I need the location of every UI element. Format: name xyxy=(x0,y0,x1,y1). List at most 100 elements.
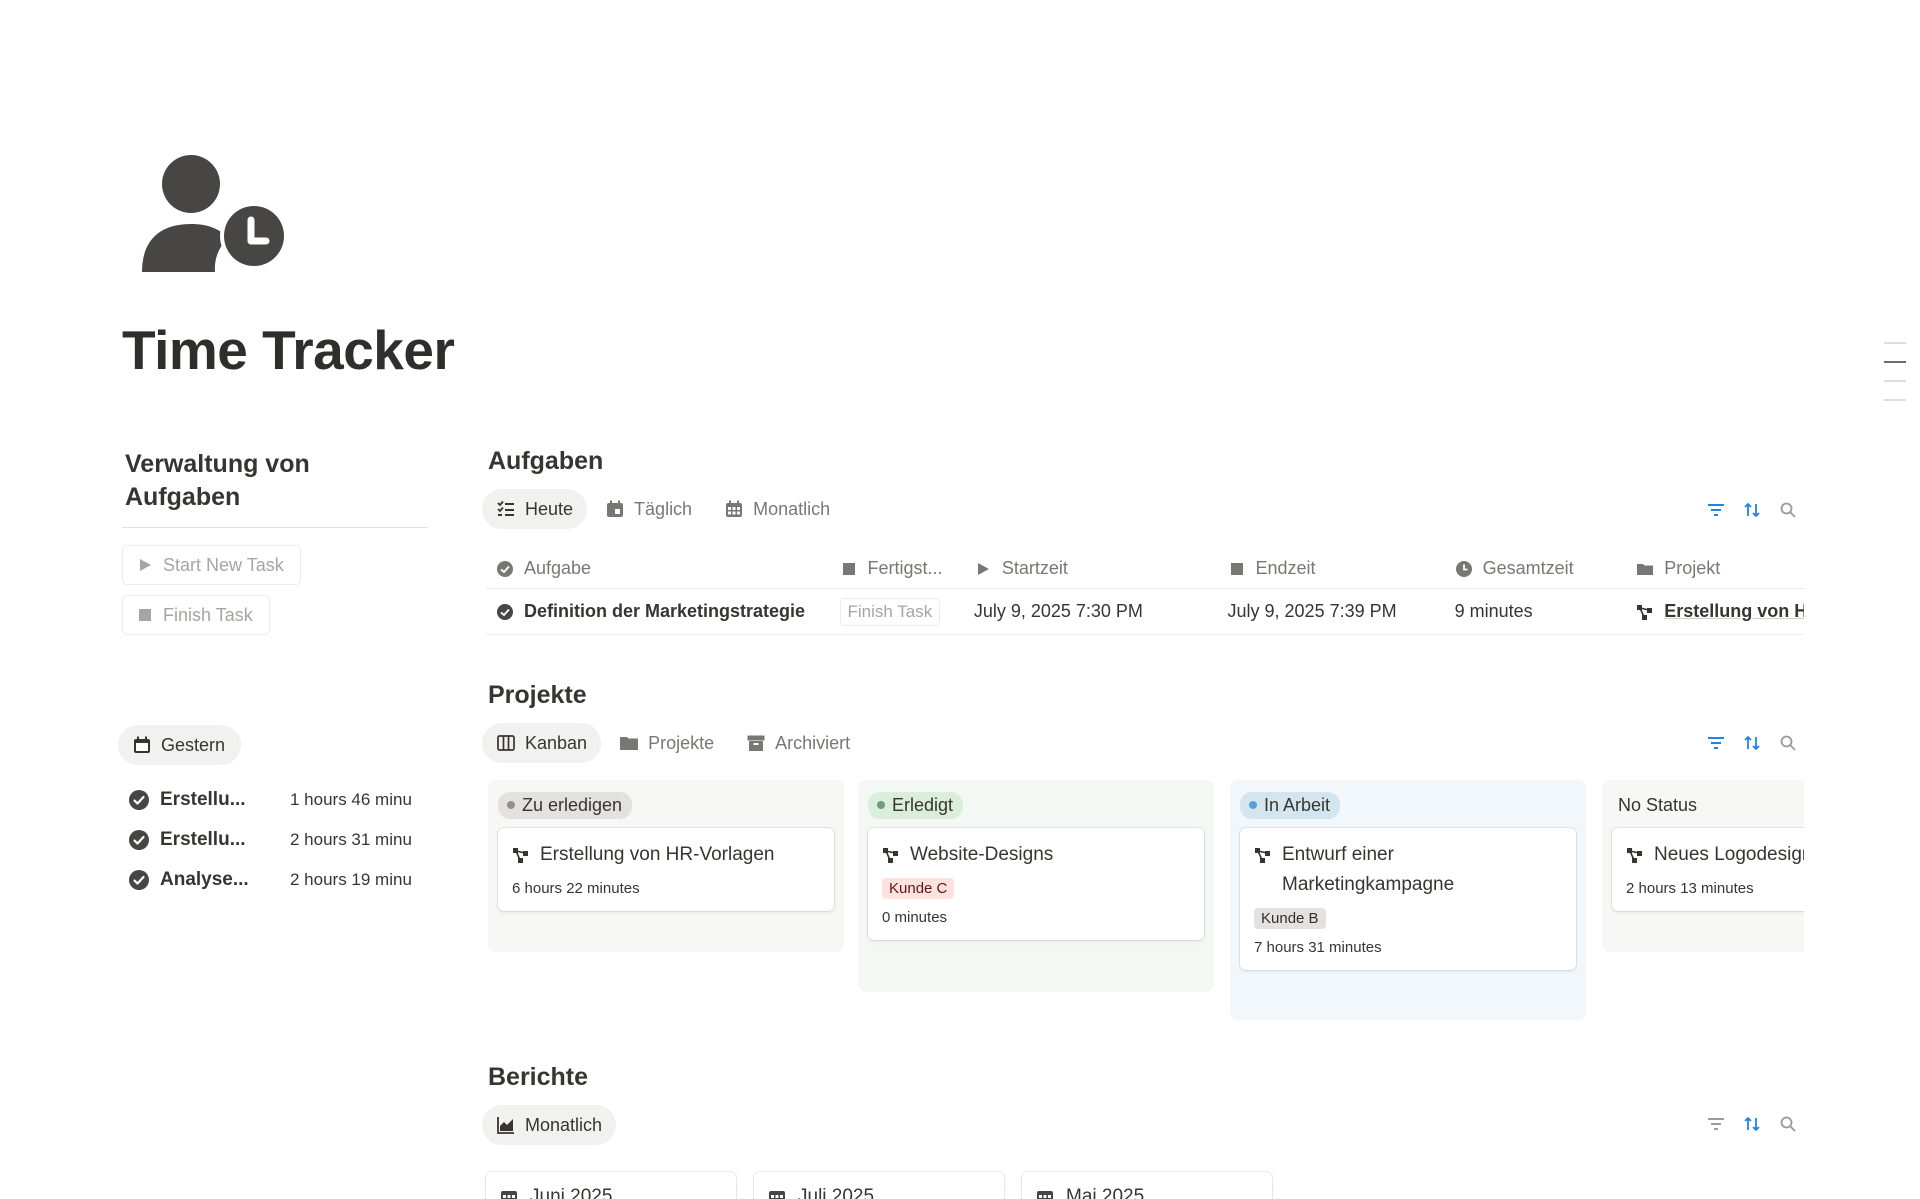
kanban-card[interactable]: Website-Designs Kunde C 0 minutes xyxy=(868,828,1204,940)
list-item[interactable]: Erstellu... 2 hours 31 minu xyxy=(128,820,428,860)
chart-icon xyxy=(497,1117,514,1134)
archive-icon xyxy=(747,735,765,751)
stop-icon xyxy=(139,609,151,621)
filter-icon[interactable] xyxy=(1707,501,1725,519)
card-title: Entwurf einer Marketingkampagne xyxy=(1282,844,1455,895)
folder-icon xyxy=(1637,563,1654,575)
column-header-fertigstellung[interactable]: Fertigst... xyxy=(830,558,964,579)
status-badge: Zu erledigen xyxy=(498,791,633,819)
report-card[interactable]: Juli 2025 xyxy=(754,1172,1004,1199)
card-time: 2 hours 13 minutes xyxy=(1626,880,1754,897)
tab-archiviert[interactable]: Archiviert xyxy=(732,723,864,763)
list-item-time: 1 hours 46 minu xyxy=(290,790,412,809)
tab-monatlich[interactable]: Monatlich xyxy=(710,489,844,529)
kanban-column-erledigt: Erledigt Website-Designs Kunde C 0 minut… xyxy=(858,780,1214,992)
report-card[interactable]: Mai 2025 xyxy=(1022,1172,1272,1199)
table-of-contents[interactable] xyxy=(1884,342,1906,418)
table-header: Aufgabe Fertigst... Startzeit Endzeit Ge… xyxy=(486,549,1804,589)
list-item-name: Erstellu... xyxy=(160,829,246,850)
checklist-icon xyxy=(497,500,514,516)
project-node-icon xyxy=(1255,848,1270,863)
finish-task-chip[interactable]: Finish Task xyxy=(839,597,941,626)
tasks-section-title: Aufgaben xyxy=(488,447,604,475)
yesterday-task-list: Erstellu... 1 hours 46 minu Erstellu... … xyxy=(128,780,428,900)
list-item[interactable]: Analyse... 2 hours 19 minu xyxy=(128,860,428,900)
projects-view-tabs: Kanban Projekte Archiviert xyxy=(482,723,864,763)
stop-icon xyxy=(842,562,855,575)
end-time-cell[interactable]: July 9, 2025 7:39 PM xyxy=(1218,601,1445,622)
play-icon xyxy=(977,562,989,575)
projects-section-title: Projekte xyxy=(488,681,587,709)
tab-taeglich[interactable]: Täglich xyxy=(591,489,706,529)
card-time: 7 hours 31 minutes xyxy=(1254,939,1382,956)
sort-icon[interactable] xyxy=(1743,1115,1761,1133)
project-node-icon xyxy=(883,848,898,863)
tab-projekte[interactable]: Projekte xyxy=(605,723,728,763)
status-label: No Status xyxy=(1618,794,1698,815)
finish-task-button[interactable]: Finish Task xyxy=(122,595,270,635)
play-icon xyxy=(140,559,151,571)
table-row[interactable]: Definition der Marketingstrategie Finish… xyxy=(486,589,1804,635)
person-clock-icon[interactable] xyxy=(138,152,288,282)
column-header-startzeit[interactable]: Startzeit xyxy=(964,558,1218,579)
task-management-heading: Verwaltung von Aufgaben xyxy=(125,450,310,511)
kanban-card[interactable]: Erstellung von HR-Vorlagen 6 hours 22 mi… xyxy=(498,828,834,911)
sort-icon[interactable] xyxy=(1743,501,1761,519)
kanban-card[interactable]: Entwurf einer Marketingkampagne Kunde B … xyxy=(1240,828,1576,970)
reports-section-title: Berichte xyxy=(488,1063,589,1091)
start-new-task-label: Start New Task xyxy=(163,554,284,575)
column-header-aufgabe[interactable]: Aufgabe xyxy=(486,558,830,579)
search-icon[interactable] xyxy=(1779,501,1797,519)
tab-taeglich-label: Täglich xyxy=(634,498,693,519)
report-card[interactable]: Juni 2025 xyxy=(486,1172,736,1199)
project-cell[interactable]: Erstellung von HR-Vorlagen xyxy=(1626,601,1804,622)
tab-kanban-label: Kanban xyxy=(525,732,588,753)
project-link[interactable]: Erstellung von HR-Vorlagen xyxy=(1664,601,1804,622)
calendar-icon xyxy=(134,736,150,753)
tab-gestern[interactable]: Gestern xyxy=(118,725,242,765)
finish-task-label: Finish Task xyxy=(163,604,253,625)
list-item[interactable]: Erstellu... 1 hours 46 minu xyxy=(128,780,428,820)
clock-icon xyxy=(1455,560,1472,577)
check-circle-icon xyxy=(129,790,149,810)
project-node-icon xyxy=(1637,604,1653,620)
card-time: 6 hours 22 minutes xyxy=(512,880,640,897)
task-name-cell[interactable]: Definition der Marketingstrategie xyxy=(486,601,830,622)
status-badge: In Arbeit xyxy=(1240,791,1341,819)
folder-icon xyxy=(620,737,639,750)
check-circle-icon xyxy=(129,870,149,890)
client-tag: Kunde B xyxy=(1254,908,1326,929)
list-item-name: Erstellu... xyxy=(160,789,246,810)
column-header-projekt[interactable]: Projekt xyxy=(1626,558,1804,579)
filter-icon[interactable] xyxy=(1707,734,1725,752)
list-item-name: Analyse... xyxy=(160,869,249,890)
reports-toolbar xyxy=(1707,1109,1797,1139)
kanban-board: Zu erledigen Erstellung von HR-Vorlagen … xyxy=(486,780,1804,1020)
calendar-day-icon xyxy=(607,500,624,517)
total-time-cell[interactable]: 9 minutes xyxy=(1445,601,1627,622)
search-icon[interactable] xyxy=(1779,1115,1797,1133)
start-time-cell[interactable]: July 9, 2025 7:30 PM xyxy=(964,601,1218,622)
tab-monatlich-reports[interactable]: Monatlich xyxy=(482,1105,617,1145)
tab-projekte-label: Projekte xyxy=(648,732,715,753)
finish-task-cell[interactable]: Finish Task xyxy=(830,597,964,626)
status-circle-icon xyxy=(497,560,513,577)
divider xyxy=(122,527,428,528)
column-header-gesamtzeit[interactable]: Gesamtzeit xyxy=(1445,558,1627,579)
start-new-task-button[interactable]: Start New Task xyxy=(122,545,301,585)
kanban-card[interactable]: Neues Logodesign 2 hours 13 minutes xyxy=(1612,828,1804,911)
tab-heute[interactable]: Heute xyxy=(482,489,588,529)
search-icon[interactable] xyxy=(1779,734,1797,752)
tab-kanban[interactable]: Kanban xyxy=(482,723,602,763)
sort-icon[interactable] xyxy=(1743,734,1761,752)
tasks-toolbar xyxy=(1707,495,1797,525)
tab-archiviert-label: Archiviert xyxy=(775,732,851,753)
filter-icon[interactable] xyxy=(1707,1115,1725,1133)
status-badge: Erledigt xyxy=(868,791,964,819)
project-node-icon xyxy=(513,848,528,863)
check-circle-icon xyxy=(129,830,149,850)
tasks-view-tabs: Heute Täglich Monatlich xyxy=(482,489,844,529)
calendar-month-icon xyxy=(501,1191,517,1199)
column-header-endzeit[interactable]: Endzeit xyxy=(1218,558,1445,579)
tasks-table: Aufgabe Fertigst... Startzeit Endzeit Ge… xyxy=(486,549,1804,635)
